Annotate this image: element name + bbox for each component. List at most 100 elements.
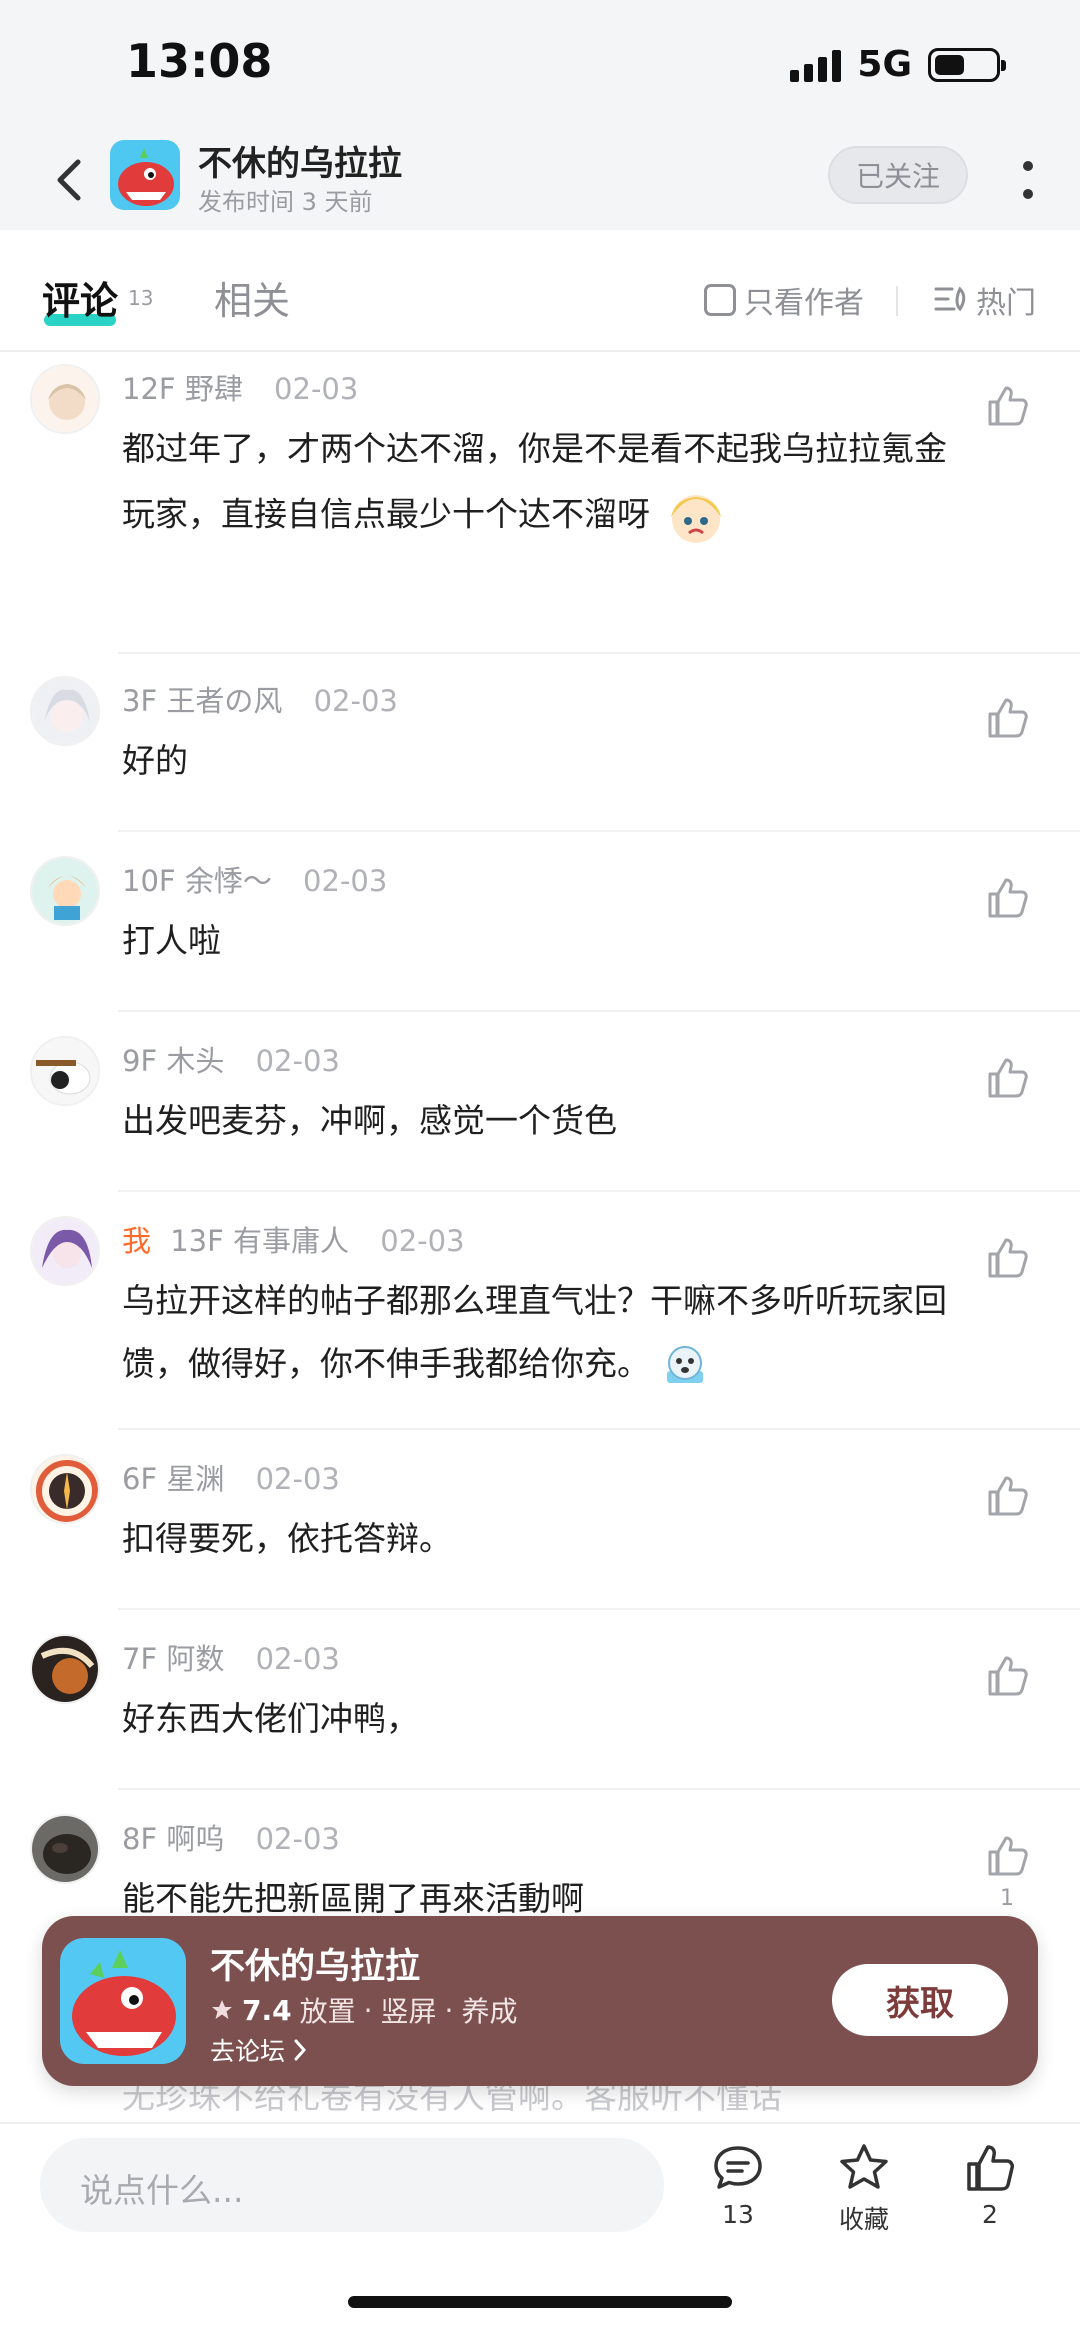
- divider: [118, 652, 1080, 654]
- like-thumb-icon[interactable]: [984, 1234, 1032, 1282]
- game-icon[interactable]: [60, 1938, 186, 2064]
- promo-tags: 7.4 放置 · 竖屏 · 养成: [210, 1990, 517, 2030]
- comment-date: 02-03: [380, 1224, 465, 1258]
- comment-count: 13: [722, 2200, 754, 2229]
- checkbox-icon[interactable]: [704, 284, 736, 316]
- like-thumb-icon[interactable]: [984, 382, 1032, 430]
- sort-label: 热门: [976, 286, 1036, 321]
- dragon-logo-icon: [110, 140, 180, 210]
- comment-body: 乌拉开这样的帖子都那么理直气壮？干嘛不多听听玩家回馈，做得好，你不伸手我都给你充…: [122, 1281, 947, 1383]
- back-arrow-icon[interactable]: [40, 150, 100, 210]
- user-avatar[interactable]: [30, 856, 100, 926]
- comment-meta: 9F 木头 02-03: [122, 1038, 340, 1080]
- comment-meta: 7F 阿数 02-03: [122, 1636, 340, 1678]
- comment-date: 02-03: [255, 1462, 340, 1496]
- follow-button[interactable]: 已关注: [828, 146, 968, 204]
- go-forum-link[interactable]: 去论坛: [210, 2032, 309, 2068]
- username[interactable]: 阿数: [166, 1642, 224, 1676]
- divider: [118, 1788, 1080, 1790]
- tag: 放置: [299, 1995, 356, 2028]
- post-page: 13:08 5G 不休的乌拉拉 发布时间 3 天前 已关注 评论 13 相关 只…: [0, 0, 1080, 2337]
- divider: [118, 1428, 1080, 1430]
- comment-item: 7F 阿数 02-03 好东西大佬们冲鸭，: [0, 1622, 1080, 1790]
- status-bar: 13:08 5G: [0, 0, 1080, 130]
- like-thumb-icon[interactable]: [984, 1054, 1032, 1102]
- separator: ·: [444, 1993, 454, 2027]
- tab-comments[interactable]: 评论: [42, 270, 118, 325]
- comment-meta: 12F 野肆 02-03: [122, 366, 358, 408]
- me-tag: 我: [122, 1224, 152, 1258]
- comment-item: 3F 王者の风 02-03 好的: [0, 664, 1080, 832]
- comment-date: 02-03: [274, 372, 359, 406]
- star-icon: [212, 2000, 232, 2019]
- favorite-label: 收藏: [838, 2205, 889, 2234]
- app-avatar[interactable]: [110, 140, 180, 210]
- comment-meta: 我 13F 有事庸人 02-03: [122, 1218, 465, 1260]
- divider: [118, 1010, 1080, 1012]
- status-icons: 5G: [790, 44, 1006, 85]
- username[interactable]: 余悸～: [185, 864, 272, 898]
- comment-meta: 10F 余悸～ 02-03: [122, 858, 387, 900]
- user-avatar[interactable]: [30, 1814, 100, 1884]
- username[interactable]: 王者の风: [166, 684, 282, 718]
- user-avatar[interactable]: [30, 1454, 100, 1524]
- like-thumb-icon[interactable]: [984, 1832, 1032, 1880]
- username[interactable]: 啊呜: [166, 1822, 224, 1856]
- user-avatar[interactable]: [30, 676, 100, 746]
- rating: 7.4: [242, 1993, 292, 2027]
- user-avatar[interactable]: [30, 1216, 100, 1286]
- like-count: 2: [982, 2200, 998, 2229]
- battery-icon: [928, 47, 1006, 82]
- comment-item: 9F 木头 02-03 出发吧麦芬，冲啊，感觉一个货色: [0, 1024, 1080, 1192]
- comment-body: 好东西大佬们冲鸭，: [122, 1699, 419, 1738]
- username[interactable]: 星渊: [166, 1462, 224, 1496]
- username[interactable]: 有事庸人: [233, 1224, 349, 1258]
- comment-date: 02-03: [255, 1044, 340, 1078]
- favorite-button[interactable]: 收藏: [814, 2140, 914, 2236]
- floor-number: 7F: [122, 1642, 158, 1676]
- user-avatar[interactable]: [30, 364, 100, 434]
- star-outline-icon: [840, 2144, 888, 2189]
- header-title: 不休的乌拉拉: [198, 144, 402, 184]
- like-button[interactable]: 2: [940, 2140, 1040, 2229]
- input-placeholder: 说点什么...: [80, 2171, 244, 2210]
- username[interactable]: 野肆: [185, 372, 243, 406]
- sort-hot-button[interactable]: 热门: [934, 278, 1036, 322]
- like-thumb-icon[interactable]: [984, 1472, 1032, 1520]
- forum-link-label: 去论坛: [210, 2037, 286, 2066]
- like-thumb-icon[interactable]: [984, 694, 1032, 742]
- comment-tabs: 评论 13 相关 只看作者 热门: [0, 230, 1080, 352]
- floor-number: 10F: [122, 864, 176, 898]
- floor-number: 6F: [122, 1462, 158, 1496]
- tab-related[interactable]: 相关: [214, 270, 290, 325]
- divider: [118, 1190, 1080, 1192]
- comment-input[interactable]: 说点什么...: [40, 2138, 664, 2232]
- like-thumb-icon[interactable]: [984, 1652, 1032, 1700]
- floor-number: 8F: [122, 1822, 158, 1856]
- comment-body: 扣得要死，依托答辩。: [122, 1519, 452, 1558]
- comment-body: 出发吧麦芬，冲啊，感觉一个货色: [122, 1101, 617, 1140]
- comment-date: 02-03: [313, 684, 398, 718]
- comment-item: 6F 星渊 02-03 扣得要死，依托答辩。: [0, 1442, 1080, 1610]
- comment-body: 好的: [122, 741, 188, 780]
- chevron-right-icon: [294, 2039, 307, 2061]
- battery-level: [935, 54, 964, 75]
- get-button[interactable]: 获取: [832, 1964, 1008, 2036]
- like-thumb-icon[interactable]: [984, 874, 1032, 922]
- comment-action-button[interactable]: 13: [688, 2140, 788, 2229]
- crying-face-sticker-icon: [666, 1346, 703, 1384]
- user-avatar[interactable]: [30, 1036, 100, 1106]
- author-only-toggle[interactable]: 只看作者: [704, 278, 864, 322]
- tag: 竖屏: [380, 1995, 437, 2028]
- user-avatar[interactable]: [30, 1634, 100, 1704]
- more-vertical-icon[interactable]: [1010, 150, 1046, 210]
- tab-divider: [896, 286, 898, 316]
- game-promo-banner[interactable]: 不休的乌拉拉 7.4 放置 · 竖屏 · 养成 去论坛 获取: [42, 1916, 1038, 2086]
- author-only-label: 只看作者: [744, 286, 864, 321]
- floor-number: 12F: [122, 372, 176, 406]
- home-indicator: [348, 2296, 732, 2308]
- username[interactable]: 木头: [166, 1044, 224, 1078]
- separator: ·: [363, 1993, 373, 2027]
- floor-number: 9F: [122, 1044, 158, 1078]
- dragon-logo-icon: [60, 1938, 186, 2064]
